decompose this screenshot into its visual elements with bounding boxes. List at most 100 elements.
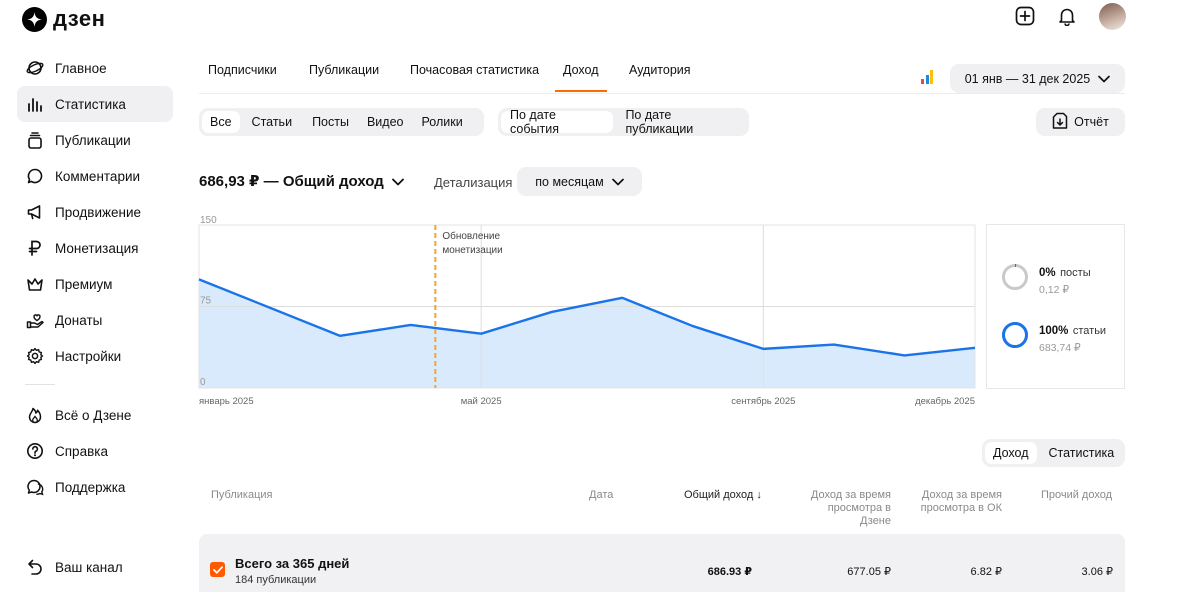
yandex-metrica-icon[interactable] — [921, 70, 933, 84]
filter-all[interactable]: Все — [202, 111, 240, 133]
breakdown-posts: 0% посты 0,12 ₽ — [1001, 263, 1091, 296]
posts-label: посты — [1060, 267, 1091, 279]
comment-icon — [25, 166, 45, 186]
income-chart: 150 75 0 январь 2025 май 2025 сентябрь 2025 де… — [198, 215, 976, 407]
chart-area-fill — [199, 279, 975, 388]
table-view-toggle: Доход Статистика — [982, 439, 1126, 467]
sidebar-item-statistics[interactable]: Статистика — [17, 86, 173, 122]
total-income-value: 686.93 ₽ — [707, 566, 752, 578]
header-line: Доход за время — [921, 489, 1002, 501]
table-total-row: Всего за 365 дней 184 публикации 686.93 … — [199, 534, 1125, 592]
x-tick-label: сентябрь 2025 — [731, 396, 795, 407]
column-header-ok-income[interactable]: Доход за время просмотра в ОК — [916, 489, 1002, 515]
detail-label: Детализация — [434, 175, 513, 190]
tab-audience[interactable]: Аудитория — [629, 63, 691, 90]
sidebar-item-about[interactable]: Всё о Дзене — [17, 397, 173, 433]
filter-articles[interactable]: Статьи — [244, 111, 301, 133]
total-income-title: 686,93 ₽ — Общий доход — [199, 173, 384, 190]
filter-shorts[interactable]: Ролики — [414, 111, 471, 133]
donate-hand-icon — [25, 310, 45, 330]
tab-hourly[interactable]: Почасовая статистика — [410, 63, 539, 90]
y-tick-label: 150 — [200, 215, 217, 226]
filter-posts[interactable]: Посты — [304, 111, 357, 133]
date-type-filter: По дате события По дате публикации — [498, 108, 749, 136]
avatar[interactable] — [1099, 3, 1126, 30]
filter-by-event-date[interactable]: По дате события — [501, 108, 614, 136]
toggle-income[interactable]: Доход — [985, 442, 1037, 464]
stack-icon — [25, 130, 45, 150]
column-header-dzen-income[interactable]: Доход за время просмотра в Дзене — [795, 489, 891, 528]
content-type-filter: Все Статьи Посты Видео Ролики — [199, 108, 484, 136]
total-row-title: Всего за 365 дней — [235, 556, 350, 571]
support-chat-icon — [25, 477, 45, 497]
column-header-publication[interactable]: Публикация — [211, 489, 272, 502]
dzen-logo[interactable]: дзен — [22, 6, 105, 32]
dzen-income-value: 677.05 ₽ — [847, 566, 891, 578]
sidebar-item-label: Справка — [55, 443, 108, 459]
crown-icon — [25, 274, 45, 294]
megaphone-icon — [25, 202, 45, 222]
report-button[interactable]: Отчёт — [1036, 108, 1125, 136]
sidebar-item-label: Всё о Дзене — [55, 407, 132, 423]
header-line: просмотра в ОК — [920, 502, 1002, 514]
help-icon — [25, 441, 45, 461]
sidebar-item-promotion[interactable]: Продвижение — [17, 194, 173, 230]
bar-chart-icon — [25, 94, 45, 114]
sidebar-item-label: Поддержка — [55, 479, 126, 495]
sidebar-item-support[interactable]: Поддержка — [17, 469, 173, 505]
detail-granularity-selector[interactable]: по месяцам — [517, 167, 642, 196]
total-income-selector[interactable]: 686,93 ₽ — Общий доход — [199, 172, 404, 190]
sidebar-item-premium[interactable]: Премиум — [17, 266, 173, 302]
header-line: Доход за время — [810, 489, 891, 501]
posts-donut — [1002, 264, 1028, 290]
sidebar-item-main[interactable]: Главное — [17, 50, 173, 86]
create-icon[interactable] — [1012, 3, 1038, 29]
tab-publications[interactable]: Публикации — [309, 63, 379, 90]
sidebar-item-label: Продвижение — [55, 204, 142, 220]
sidebar-item-label: Монетизация — [55, 240, 139, 256]
y-tick-label: 0 — [200, 377, 206, 388]
dzen-star-icon — [22, 6, 47, 32]
select-all-checkbox[interactable] — [210, 562, 225, 577]
column-header-date[interactable]: Дата — [589, 489, 613, 502]
articles-donut — [1002, 322, 1028, 348]
sort-down-icon: ↓ — [756, 489, 762, 501]
planet-icon — [25, 58, 45, 78]
x-tick-label: декабрь 2025 — [915, 396, 975, 407]
toggle-statistics[interactable]: Статистика — [1041, 442, 1123, 464]
posts-sum: 0,12 ₽ — [1039, 284, 1070, 296]
sidebar-item-label: Комментарии — [55, 168, 141, 184]
sidebar-item-label: Премиум — [55, 276, 113, 292]
tab-subscribers[interactable]: Подписчики — [208, 63, 277, 90]
sidebar-item-label: Донаты — [55, 312, 103, 328]
filter-by-publication-date[interactable]: По дате публикации — [617, 108, 746, 136]
bell-icon[interactable] — [1054, 3, 1080, 29]
date-range-value: 01 янв — 31 дек 2025 — [964, 71, 1091, 86]
chevron-down-icon — [391, 173, 404, 190]
annotation-label: монетизации — [442, 245, 502, 256]
column-header-total[interactable]: Общий доход ↓ — [684, 489, 762, 502]
sidebar-item-settings[interactable]: Настройки — [17, 338, 173, 374]
sidebar: Главное Статистика Публикации Комментари… — [17, 50, 173, 505]
ok-income-value: 6.82 ₽ — [970, 566, 1002, 578]
sidebar-item-publications[interactable]: Публикации — [17, 122, 173, 158]
date-range-selector[interactable]: 01 янв — 31 дек 2025 — [950, 64, 1125, 93]
sidebar-item-monetization[interactable]: Монетизация — [17, 230, 173, 266]
filter-video[interactable]: Видео — [359, 111, 412, 133]
sidebar-item-your-channel[interactable]: Ваш канал — [17, 549, 173, 585]
articles-sum: 683,74 ₽ — [1039, 342, 1081, 354]
ruble-icon — [25, 238, 45, 258]
column-header-other-income[interactable]: Прочий доход — [1030, 489, 1112, 502]
sidebar-item-help[interactable]: Справка — [17, 433, 173, 469]
sidebar-item-label: Публикации — [55, 132, 131, 148]
sidebar-item-donations[interactable]: Донаты — [17, 302, 173, 338]
flame-icon — [25, 405, 45, 425]
check-icon — [212, 565, 223, 574]
sidebar-item-label: Главное — [55, 60, 107, 76]
articles-label: статьи — [1072, 325, 1107, 337]
tab-income[interactable]: Доход — [555, 63, 607, 92]
sidebar-item-comments[interactable]: Комментарии — [17, 158, 173, 194]
chevron-down-icon — [611, 175, 624, 189]
sidebar-item-label: Статистика — [55, 96, 126, 112]
report-download-icon — [1052, 112, 1068, 133]
